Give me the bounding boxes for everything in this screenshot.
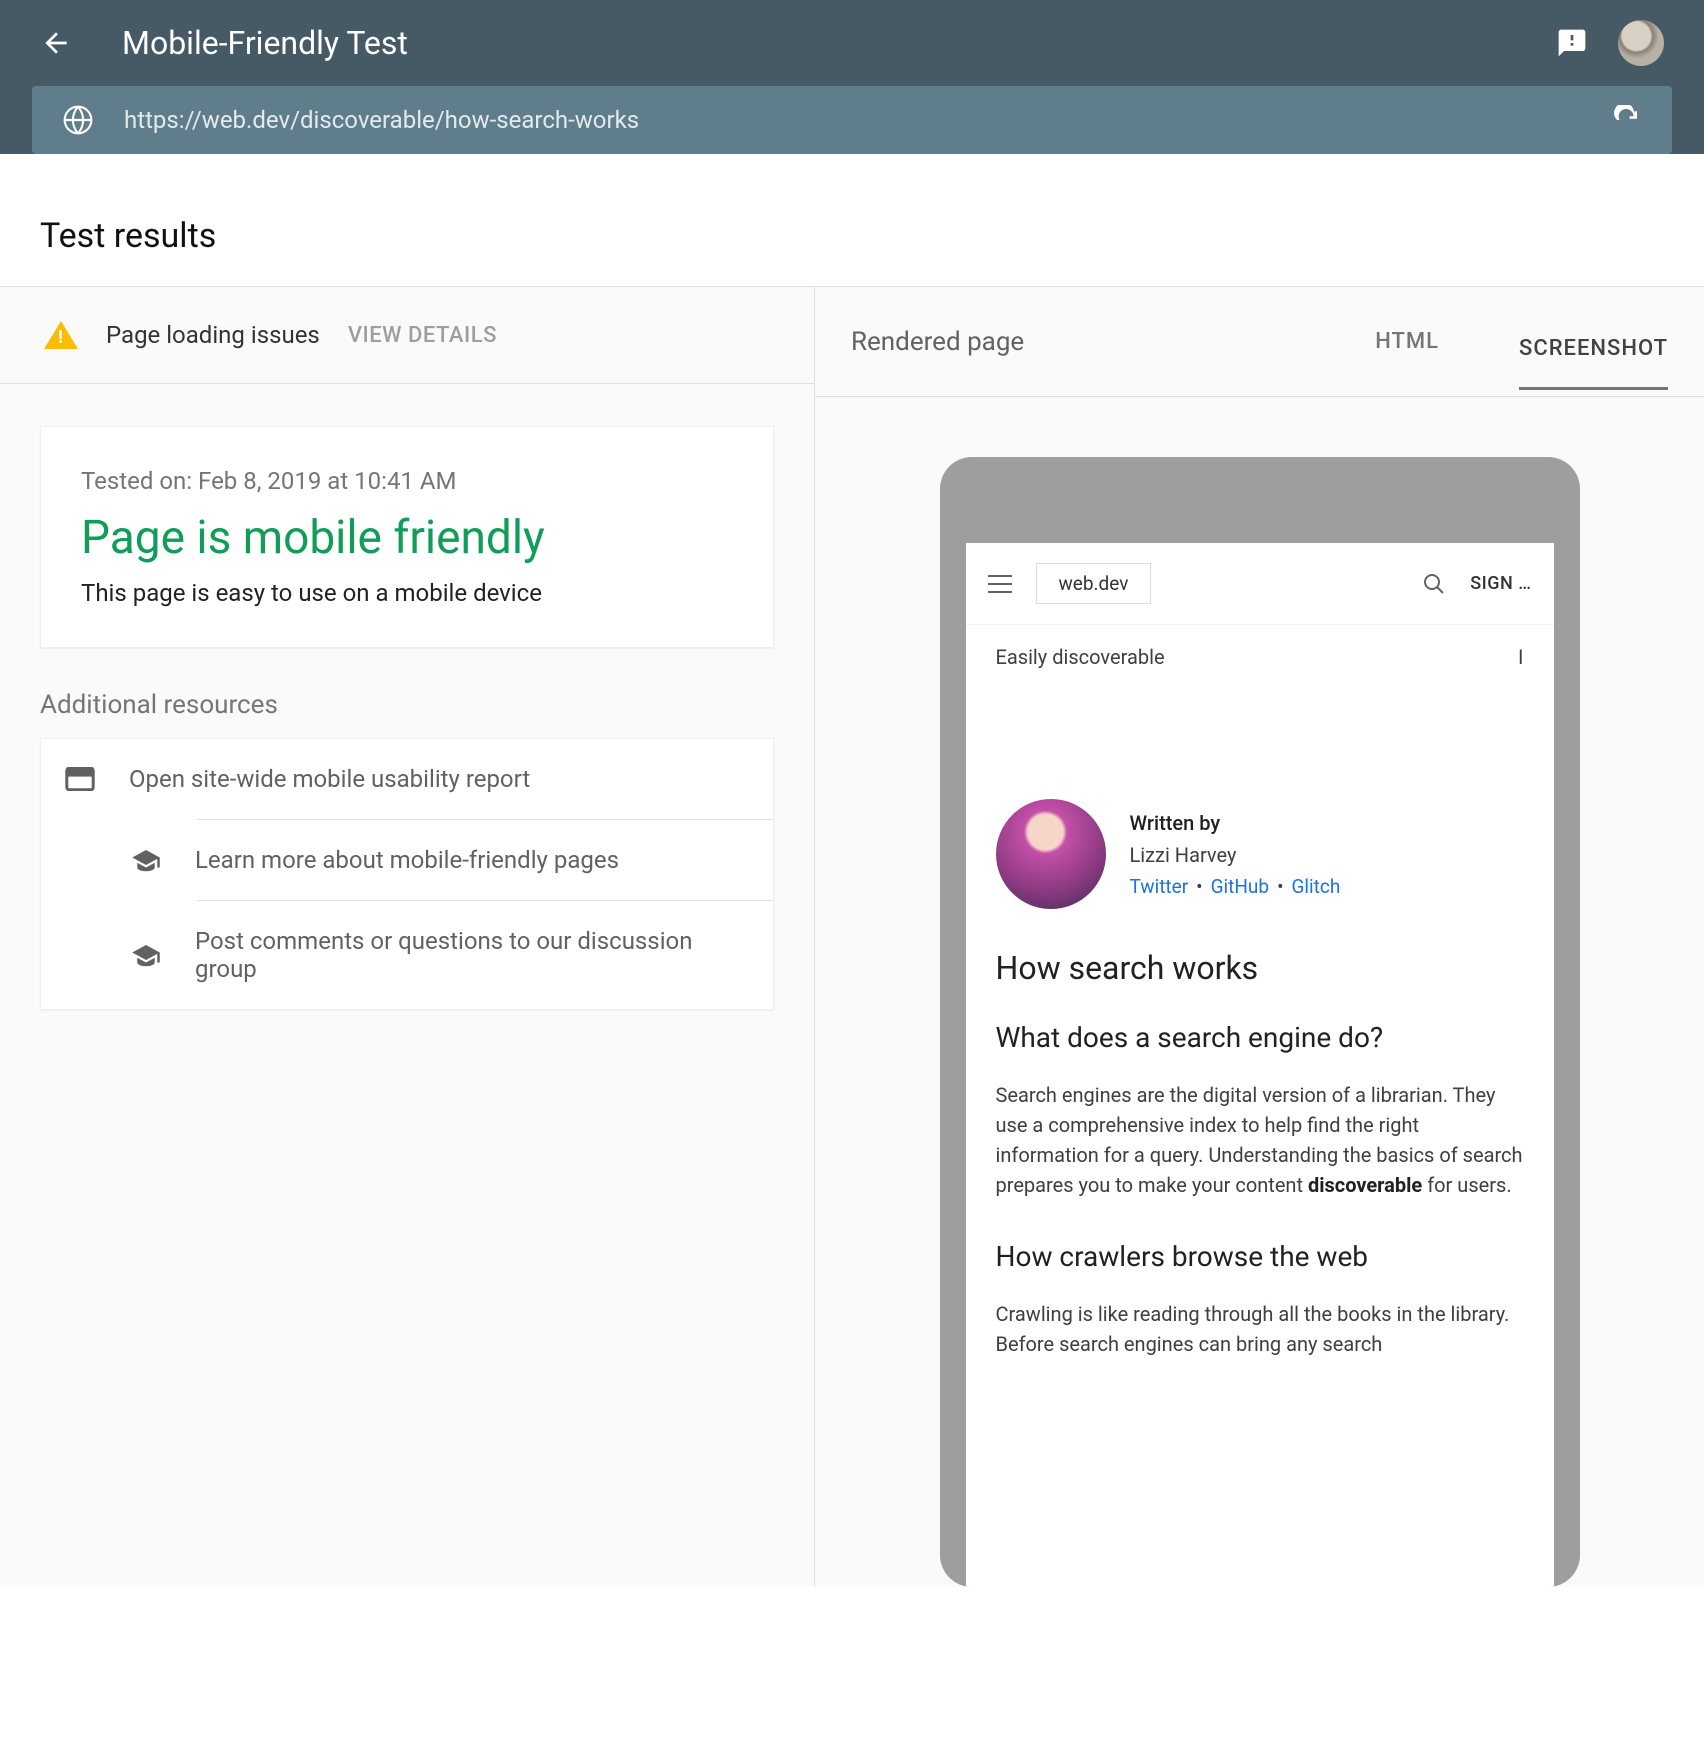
resource-item-discuss[interactable]: Post comments or questions to our discus… (131, 901, 773, 1009)
rendered-label: Rendered page (851, 327, 1295, 357)
user-avatar[interactable] (1618, 20, 1664, 66)
tab-html[interactable]: HTML (1375, 319, 1439, 364)
link-glitch[interactable]: Glitch (1291, 875, 1340, 898)
issues-bar: Page loading issues VIEW DETAILS (0, 287, 814, 384)
result-card: Tested on: Feb 8, 2019 at 10:41 AM Page … (40, 426, 774, 648)
refresh-button[interactable] (1612, 105, 1642, 135)
link-twitter[interactable]: Twitter (1130, 875, 1189, 898)
app-header: Mobile-Friendly Test https://web.dev/dis… (0, 0, 1704, 154)
right-tabs: Rendered page HTML SCREENSHOT (815, 287, 1704, 397)
resources-title: Additional resources (40, 690, 774, 720)
preview-h2-b: How crawlers browse the web (996, 1240, 1524, 1273)
preview-tagline: Easily discoverable (996, 645, 1165, 669)
url-text: https://web.dev/discoverable/how-search-… (124, 106, 1612, 134)
browser-icon (65, 767, 95, 791)
preview-h1: How search works (996, 949, 1524, 987)
hamburger-icon[interactable] (988, 575, 1012, 593)
preview-tagline-right: I (1518, 645, 1523, 669)
panels: Page loading issues VIEW DETAILS Tested … (0, 287, 1704, 1587)
app-title: Mobile-Friendly Test (122, 24, 1556, 62)
section-title: Test results (0, 186, 1704, 287)
author-box: Written by Lizzi Harvey Twitter • GitHub… (996, 799, 1524, 909)
warning-icon (44, 321, 78, 349)
preview-p2: Crawling is like reading through all the… (996, 1299, 1524, 1359)
author-name: Lizzi Harvey (1130, 843, 1341, 867)
school-icon (131, 942, 161, 968)
resource-label: Post comments or questions to our discus… (195, 927, 749, 983)
preview-header: web.dev SIGN … (966, 543, 1554, 624)
back-button[interactable] (40, 27, 72, 59)
url-bar[interactable]: https://web.dev/discoverable/how-search-… (32, 86, 1672, 154)
feedback-icon[interactable] (1556, 27, 1588, 59)
right-panel: Rendered page HTML SCREENSHOT web.dev SI… (815, 287, 1704, 1587)
globe-icon (62, 104, 94, 136)
device-screen: web.dev SIGN … Easily discoverable I (966, 543, 1554, 1587)
preview-tagline-row: Easily discoverable I (966, 624, 1554, 689)
resource-list: Open site-wide mobile usability report L… (40, 738, 774, 1010)
left-panel: Page loading issues VIEW DETAILS Tested … (0, 287, 815, 1587)
resource-label: Learn more about mobile-friendly pages (195, 846, 619, 874)
written-by-label: Written by (1130, 811, 1341, 835)
top-bar: Mobile-Friendly Test (0, 0, 1704, 86)
preview-h2-a: What does a search engine do? (996, 1021, 1524, 1054)
verdict-subtitle: This page is easy to use on a mobile dev… (81, 579, 733, 607)
resource-label: Open site-wide mobile usability report (129, 765, 530, 793)
issues-label: Page loading issues (106, 321, 320, 349)
sign-in-button[interactable]: SIGN … (1470, 573, 1531, 594)
tested-on: Tested on: Feb 8, 2019 at 10:41 AM (81, 467, 733, 495)
link-github[interactable]: GitHub (1211, 875, 1269, 898)
tab-screenshot[interactable]: SCREENSHOT (1519, 326, 1668, 390)
device-frame: web.dev SIGN … Easily discoverable I (940, 457, 1580, 1587)
verdict: Page is mobile friendly (81, 511, 733, 565)
school-icon (131, 847, 161, 873)
author-avatar (996, 799, 1106, 909)
resource-item-learn[interactable]: Learn more about mobile-friendly pages (131, 820, 773, 900)
view-details-button[interactable]: VIEW DETAILS (348, 323, 497, 348)
resource-item-report[interactable]: Open site-wide mobile usability report (41, 739, 773, 819)
search-icon[interactable] (1422, 572, 1446, 596)
preview-site-name[interactable]: web.dev (1036, 563, 1152, 604)
preview-body: Written by Lizzi Harvey Twitter • GitHub… (966, 689, 1554, 1429)
author-links: Twitter • GitHub • Glitch (1130, 875, 1341, 898)
preview-p1: Search engines are the digital version o… (996, 1080, 1524, 1200)
